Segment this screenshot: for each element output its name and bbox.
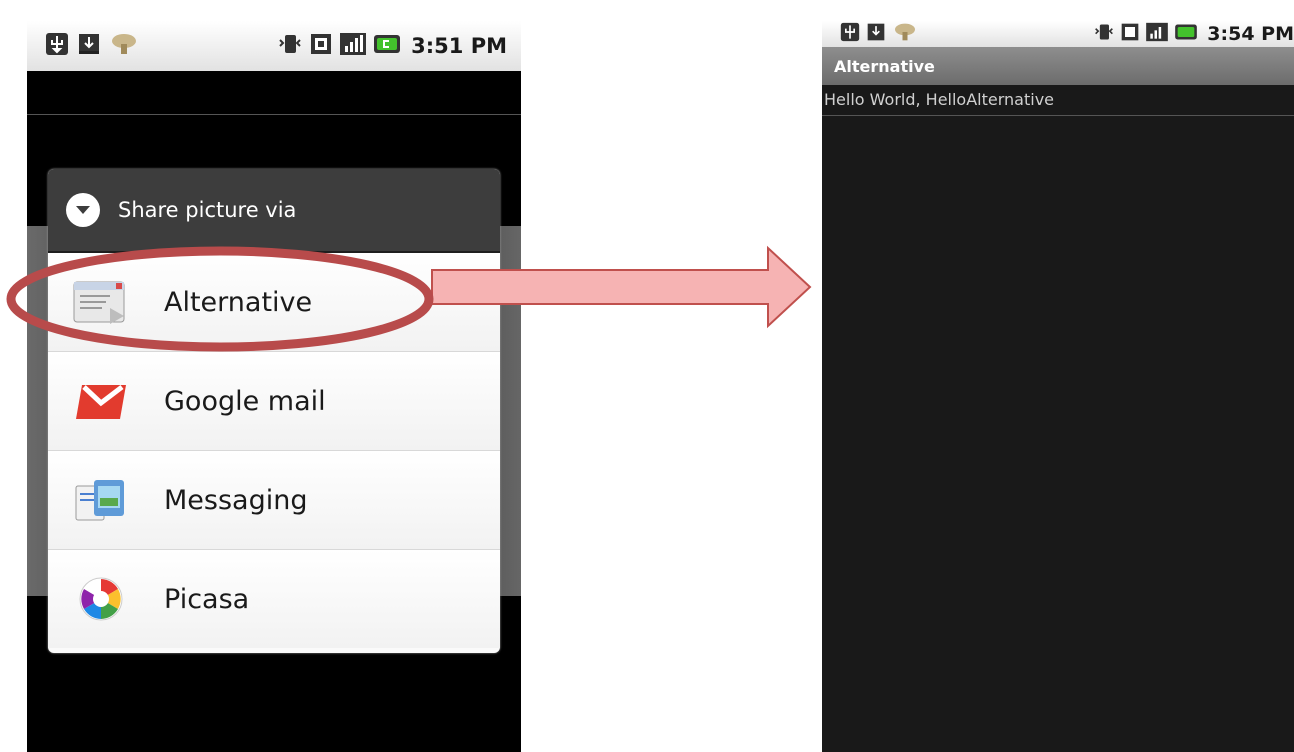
signal-icon (339, 32, 367, 60)
status-clock: 3:54 PM (1207, 23, 1294, 45)
share-option-picasa[interactable]: Picasa (48, 550, 500, 648)
app-title-bar: Alternative (822, 47, 1294, 85)
picasa-icon (70, 573, 132, 625)
background-divider (27, 114, 521, 115)
content-text: Hello World, HelloAlternative (824, 90, 1054, 109)
left-phone-screen: 3:51 PM Share picture via Alternative Go… (27, 21, 521, 752)
app-title: Alternative (834, 56, 935, 76)
sim-icon (1120, 22, 1140, 46)
usb-icon (840, 22, 860, 46)
mushroom-icon (892, 22, 918, 46)
share-dialog: Share picture via Alternative Google mai… (48, 169, 500, 653)
signal-icon (1145, 22, 1169, 46)
usb-icon (45, 32, 69, 60)
share-option-label: Alternative (164, 286, 313, 318)
battery-icon (1174, 22, 1198, 46)
dialog-title: Share picture via (118, 198, 297, 222)
mushroom-icon (109, 32, 139, 60)
download-icon (866, 22, 886, 46)
share-option-label: Messaging (164, 484, 308, 516)
dialog-title-bar: Share picture via (48, 169, 500, 253)
share-option-label: Picasa (164, 583, 250, 615)
download-icon (77, 32, 101, 60)
vibrate-icon (277, 32, 303, 60)
vibrate-icon (1093, 22, 1115, 46)
share-option-messaging[interactable]: Messaging (48, 451, 500, 550)
battery-icon (373, 32, 401, 60)
alternative-app-icon (70, 276, 132, 328)
gmail-icon (70, 375, 132, 427)
messaging-icon (70, 474, 132, 526)
share-option-label: Google mail (164, 385, 326, 417)
chevron-down-icon (66, 193, 100, 227)
share-option-google-mail[interactable]: Google mail (48, 352, 500, 451)
share-option-alternative[interactable]: Alternative (48, 253, 500, 352)
right-phone-screen: 3:54 PM Alternative Hello World, HelloAl… (822, 21, 1294, 752)
content-divider (822, 115, 1294, 116)
sim-icon (309, 32, 333, 60)
status-clock: 3:51 PM (411, 34, 507, 58)
status-bar: 3:54 PM (822, 21, 1294, 47)
status-bar: 3:51 PM (27, 21, 521, 71)
